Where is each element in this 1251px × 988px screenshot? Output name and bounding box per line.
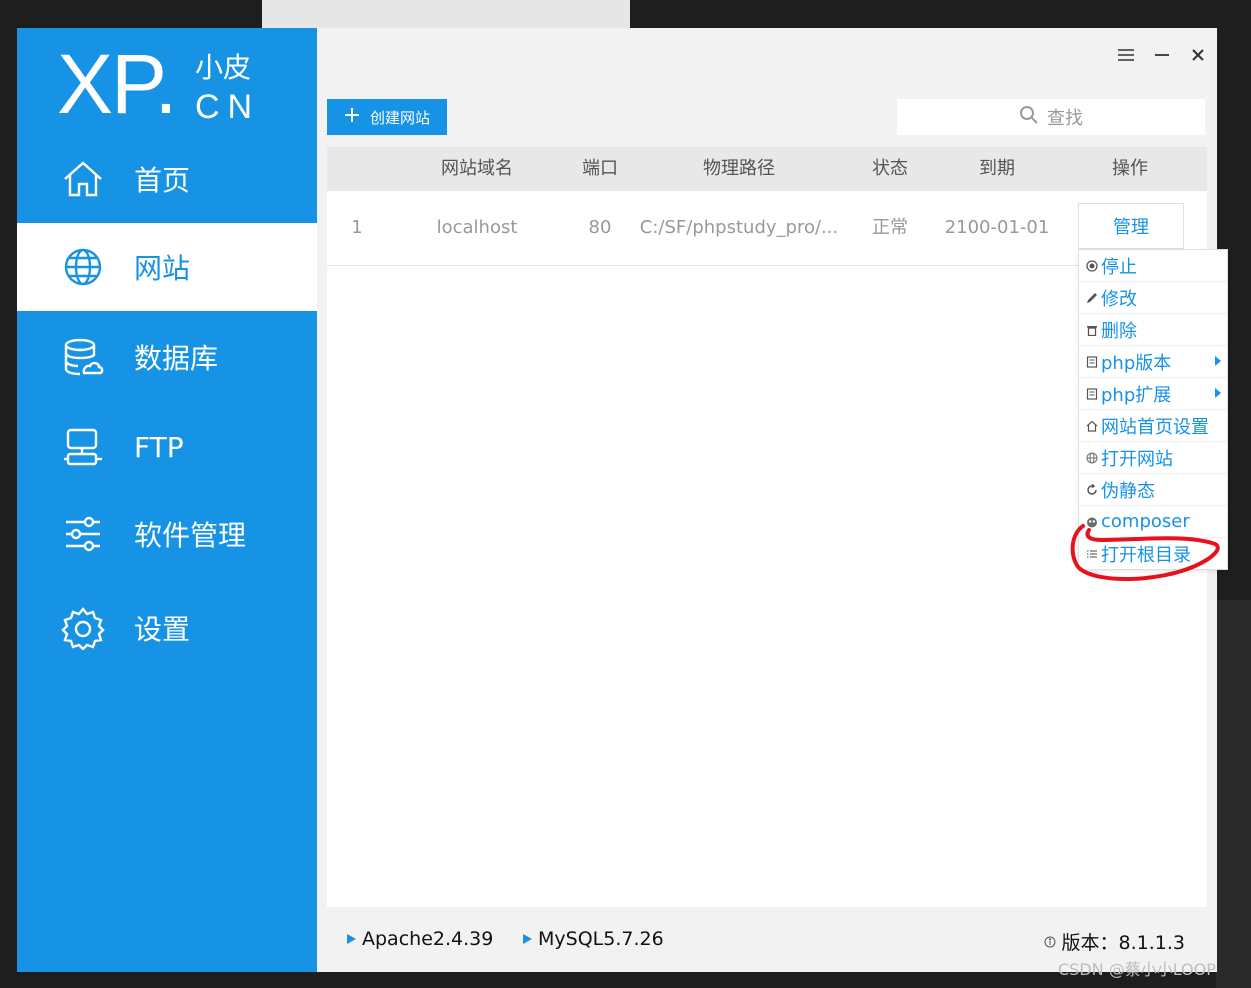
manage-button[interactable]: 管理 (1078, 203, 1184, 249)
row-path: C:/SF/phpstudy_pro/... (639, 217, 839, 238)
menu-item-label: 打开根目录 (1101, 544, 1191, 566)
sidebar-item-label: FTP (134, 430, 184, 464)
play-icon (523, 934, 532, 944)
column-header-expire: 到期 (979, 158, 1015, 179)
refresh-icon (1085, 483, 1099, 497)
watermark: CSDN @蔡小小LOOP (1058, 960, 1216, 979)
php-extension-icon (1085, 387, 1099, 401)
create-website-label: 创建网站 (369, 108, 430, 127)
table-header: 网站域名 端口 物理路径 状态 到期 操作 (327, 147, 1207, 191)
sidebar-item-ftp[interactable]: FTP (17, 403, 317, 491)
mysql-label: MySQL5.7.26 (538, 928, 664, 950)
menu-item-label: php扩展 (1101, 384, 1172, 406)
logo: XP. 小皮 CN (57, 42, 277, 132)
home-icon (61, 157, 105, 201)
logo-cn-top: 小皮 (195, 51, 252, 84)
search-placeholder: 查找 (1047, 108, 1083, 129)
create-website-button[interactable]: 创建网站 (327, 99, 447, 135)
sidebar-item-label: 软件管理 (134, 519, 247, 552)
version-label: 版本：8.1.1.3 (1061, 932, 1185, 954)
column-header-action: 操作 (1112, 158, 1148, 179)
logo-xp: XP. (57, 37, 178, 131)
sidebar-item-software[interactable]: 软件管理 (17, 490, 317, 578)
ftp-icon (61, 425, 105, 469)
home-small-icon (1085, 419, 1099, 433)
menu-item-label: 删除 (1101, 320, 1137, 342)
column-header-domain: 网站域名 (441, 158, 513, 179)
globe-small-icon (1085, 451, 1099, 465)
app-window: XP. 小皮 CN 首页 网站 数据库 FTP 软件管理 设置 创建网站 查找 … (17, 28, 1228, 972)
info-icon (1044, 931, 1056, 953)
menu-item-label: 伪静态 (1101, 480, 1155, 502)
mysql-status[interactable]: MySQL5.7.26 (523, 928, 664, 950)
menu-item-label: 修改 (1101, 288, 1137, 310)
menu-item-composer[interactable]: composer (1079, 506, 1227, 538)
menu-item-label: php版本 (1101, 352, 1172, 374)
search-icon (1019, 105, 1039, 130)
menu-item-stop[interactable]: 停止 (1079, 250, 1227, 282)
sidebar-item-settings[interactable]: 设置 (17, 584, 317, 672)
sliders-icon (61, 512, 105, 556)
search-input[interactable]: 查找 (897, 99, 1205, 135)
menu-item-php-version[interactable]: php版本 (1079, 346, 1227, 378)
background-banner (262, 0, 630, 28)
background-shape (1216, 600, 1251, 988)
menu-item-homepage-settings[interactable]: 网站首页设置 (1079, 410, 1227, 442)
row-expire: 2100-01-01 (944, 217, 1050, 238)
main-panel: 创建网站 查找 网站域名 端口 物理路径 状态 到期 操作 1 localhos… (317, 28, 1228, 972)
column-header-status: 状态 (872, 158, 908, 179)
menu-item-delete[interactable]: 删除 (1079, 314, 1227, 346)
pencil-icon (1085, 291, 1099, 305)
close-icon[interactable] (1187, 44, 1209, 66)
column-header-path: 物理路径 (703, 158, 775, 179)
apache-label: Apache2.4.39 (362, 928, 494, 950)
row-status: 正常 (872, 217, 908, 238)
sidebar-item-label: 设置 (134, 613, 191, 646)
menu-item-open-website[interactable]: 打开网站 (1079, 442, 1227, 474)
trash-icon (1085, 323, 1099, 337)
composer-icon (1085, 515, 1099, 529)
column-header-port: 端口 (582, 158, 618, 179)
menu-item-label: 网站首页设置 (1101, 416, 1209, 438)
sidebar-item-website[interactable]: 网站 (17, 223, 317, 311)
sidebar-item-label: 网站 (134, 252, 191, 285)
database-icon (61, 335, 105, 379)
manage-context-menu: 停止 修改 删除 php版本 php扩展 网站首页设置 打开网站 伪静态 com… (1078, 249, 1228, 570)
submenu-arrow-icon (1215, 356, 1221, 366)
menu-item-edit[interactable]: 修改 (1079, 282, 1227, 314)
row-domain: localhost (436, 217, 518, 238)
sidebar-item-database[interactable]: 数据库 (17, 313, 317, 401)
stop-icon (1085, 259, 1099, 273)
version-info: 版本：8.1.1.3 (1044, 928, 1185, 955)
submenu-arrow-icon (1215, 388, 1221, 398)
row-port: 80 (588, 217, 612, 238)
list-icon (1085, 547, 1099, 561)
menu-item-php-extension[interactable]: php扩展 (1079, 378, 1227, 410)
window-controls (1115, 44, 1209, 66)
gear-icon (61, 606, 105, 650)
menu-item-label: 停止 (1101, 256, 1137, 278)
menu-item-label: 打开网站 (1101, 448, 1173, 470)
plus-icon (344, 107, 360, 127)
logo-cn-bottom: CN (195, 88, 261, 126)
php-version-icon (1085, 355, 1099, 369)
row-index: 1 (351, 217, 363, 238)
sidebar: XP. 小皮 CN 首页 网站 数据库 FTP 软件管理 设置 (17, 28, 317, 972)
menu-icon[interactable] (1115, 44, 1137, 66)
play-icon (347, 934, 356, 944)
menu-item-label: composer (1101, 511, 1190, 532)
sidebar-item-home[interactable]: 首页 (17, 135, 317, 223)
minimize-icon[interactable] (1151, 44, 1173, 66)
sidebar-item-label: 数据库 (134, 342, 219, 375)
menu-item-open-root-dir[interactable]: 打开根目录 (1079, 538, 1227, 569)
apache-status[interactable]: Apache2.4.39 (347, 928, 493, 950)
globe-icon (61, 245, 105, 289)
menu-item-rewrite[interactable]: 伪静态 (1079, 474, 1227, 506)
table-row: 1 localhost 80 C:/SF/phpstudy_pro/... 正常… (327, 191, 1207, 266)
sidebar-item-label: 首页 (134, 164, 191, 197)
website-table: 网站域名 端口 物理路径 状态 到期 操作 1 localhost 80 C:/… (327, 147, 1207, 907)
